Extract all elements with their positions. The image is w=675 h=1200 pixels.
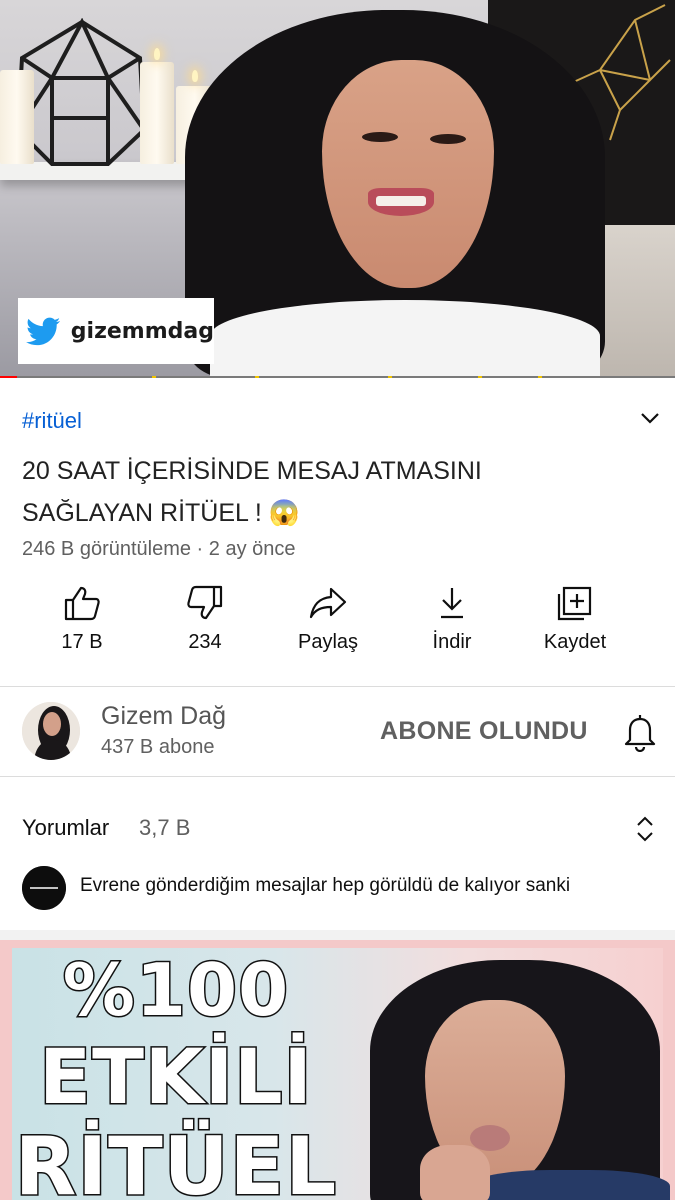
chapter-marker <box>478 376 482 378</box>
channel-name[interactable]: Gizem Dağ <box>101 702 226 731</box>
chapter-marker <box>388 376 392 378</box>
download-label: İndir <box>432 631 472 653</box>
hashtag-link[interactable]: #ritüel <box>22 408 82 434</box>
chevron-down-icon[interactable] <box>638 408 662 428</box>
candle-flame <box>192 70 198 82</box>
thumb-up-icon <box>64 586 100 621</box>
chapter-marker <box>152 376 156 378</box>
channel-avatar-image <box>22 702 80 760</box>
download-icon <box>441 588 463 619</box>
download-button[interactable]: İndir <box>397 585 507 654</box>
candle <box>140 62 174 164</box>
comment-preview[interactable]: Evrene gönderdiğim mesajlar hep görüldü … <box>80 875 570 897</box>
presenter-teeth <box>376 196 426 206</box>
candle <box>0 70 34 164</box>
subscribed-button[interactable]: ABONE OLUNDU <box>380 717 588 746</box>
thumbnail-hand <box>420 1145 490 1200</box>
action-bar: 17 B 234 Paylaş İndir Kaydet <box>0 585 675 665</box>
commenter-avatar-image <box>22 866 66 910</box>
divider <box>0 776 675 777</box>
channel-subscribers: 437 B abone <box>101 736 215 758</box>
video-player[interactable]: gizemmdag <box>0 0 675 378</box>
dislike-count: 234 <box>188 631 222 653</box>
section-separator <box>0 930 675 940</box>
save-playlist-icon <box>557 586 592 621</box>
thumb-down-icon <box>187 585 223 620</box>
thumbnail-mouth <box>470 1125 510 1151</box>
progress-bar[interactable] <box>0 376 675 378</box>
like-button[interactable]: 17 B <box>27 585 137 654</box>
like-count: 17 B <box>61 631 103 653</box>
video-title[interactable]: 20 SAAT İÇERİSİNDE MESAJ ATMASINI SAĞLAY… <box>22 450 582 534</box>
presenter-shirt <box>210 300 600 378</box>
divider <box>0 686 675 687</box>
video-meta: 246 B görüntüleme · 2 ay önce <box>22 538 296 560</box>
comments-count: 3,7 B <box>139 815 191 840</box>
commenter-avatar[interactable] <box>22 866 66 910</box>
chapter-marker <box>538 376 542 378</box>
channel-avatar[interactable] <box>22 702 80 760</box>
progress-bar-fill <box>0 376 17 378</box>
twitter-handle: gizemmdag <box>70 318 214 344</box>
share-button[interactable]: Paylaş <box>273 585 383 654</box>
comments-label[interactable]: Yorumlar <box>22 815 109 841</box>
candle-flame <box>154 48 160 60</box>
chapter-marker <box>255 376 259 378</box>
presenter-eye <box>362 132 398 142</box>
bell-icon[interactable] <box>622 712 658 752</box>
thumbnail-text-line: ETKİLİ <box>38 1031 314 1123</box>
next-video-thumbnail[interactable]: %100 ETKİLİ RİTÜEL <box>0 940 675 1200</box>
twitter-bird-icon <box>26 317 61 346</box>
expand-collapse-icon[interactable] <box>632 814 658 844</box>
share-icon <box>309 587 347 619</box>
presenter-eye <box>430 134 466 144</box>
share-label: Paylaş <box>297 631 359 653</box>
thumbnail-text-line: %100 <box>61 947 290 1034</box>
thumbnail-shirt <box>470 1170 670 1200</box>
save-button[interactable]: Kaydet <box>520 585 630 654</box>
thumbnail-text-line: RİTÜEL <box>13 1119 338 1200</box>
twitter-overlay: gizemmdag <box>18 298 214 364</box>
save-label: Kaydet <box>543 631 607 653</box>
dislike-button[interactable]: 234 <box>150 585 260 654</box>
